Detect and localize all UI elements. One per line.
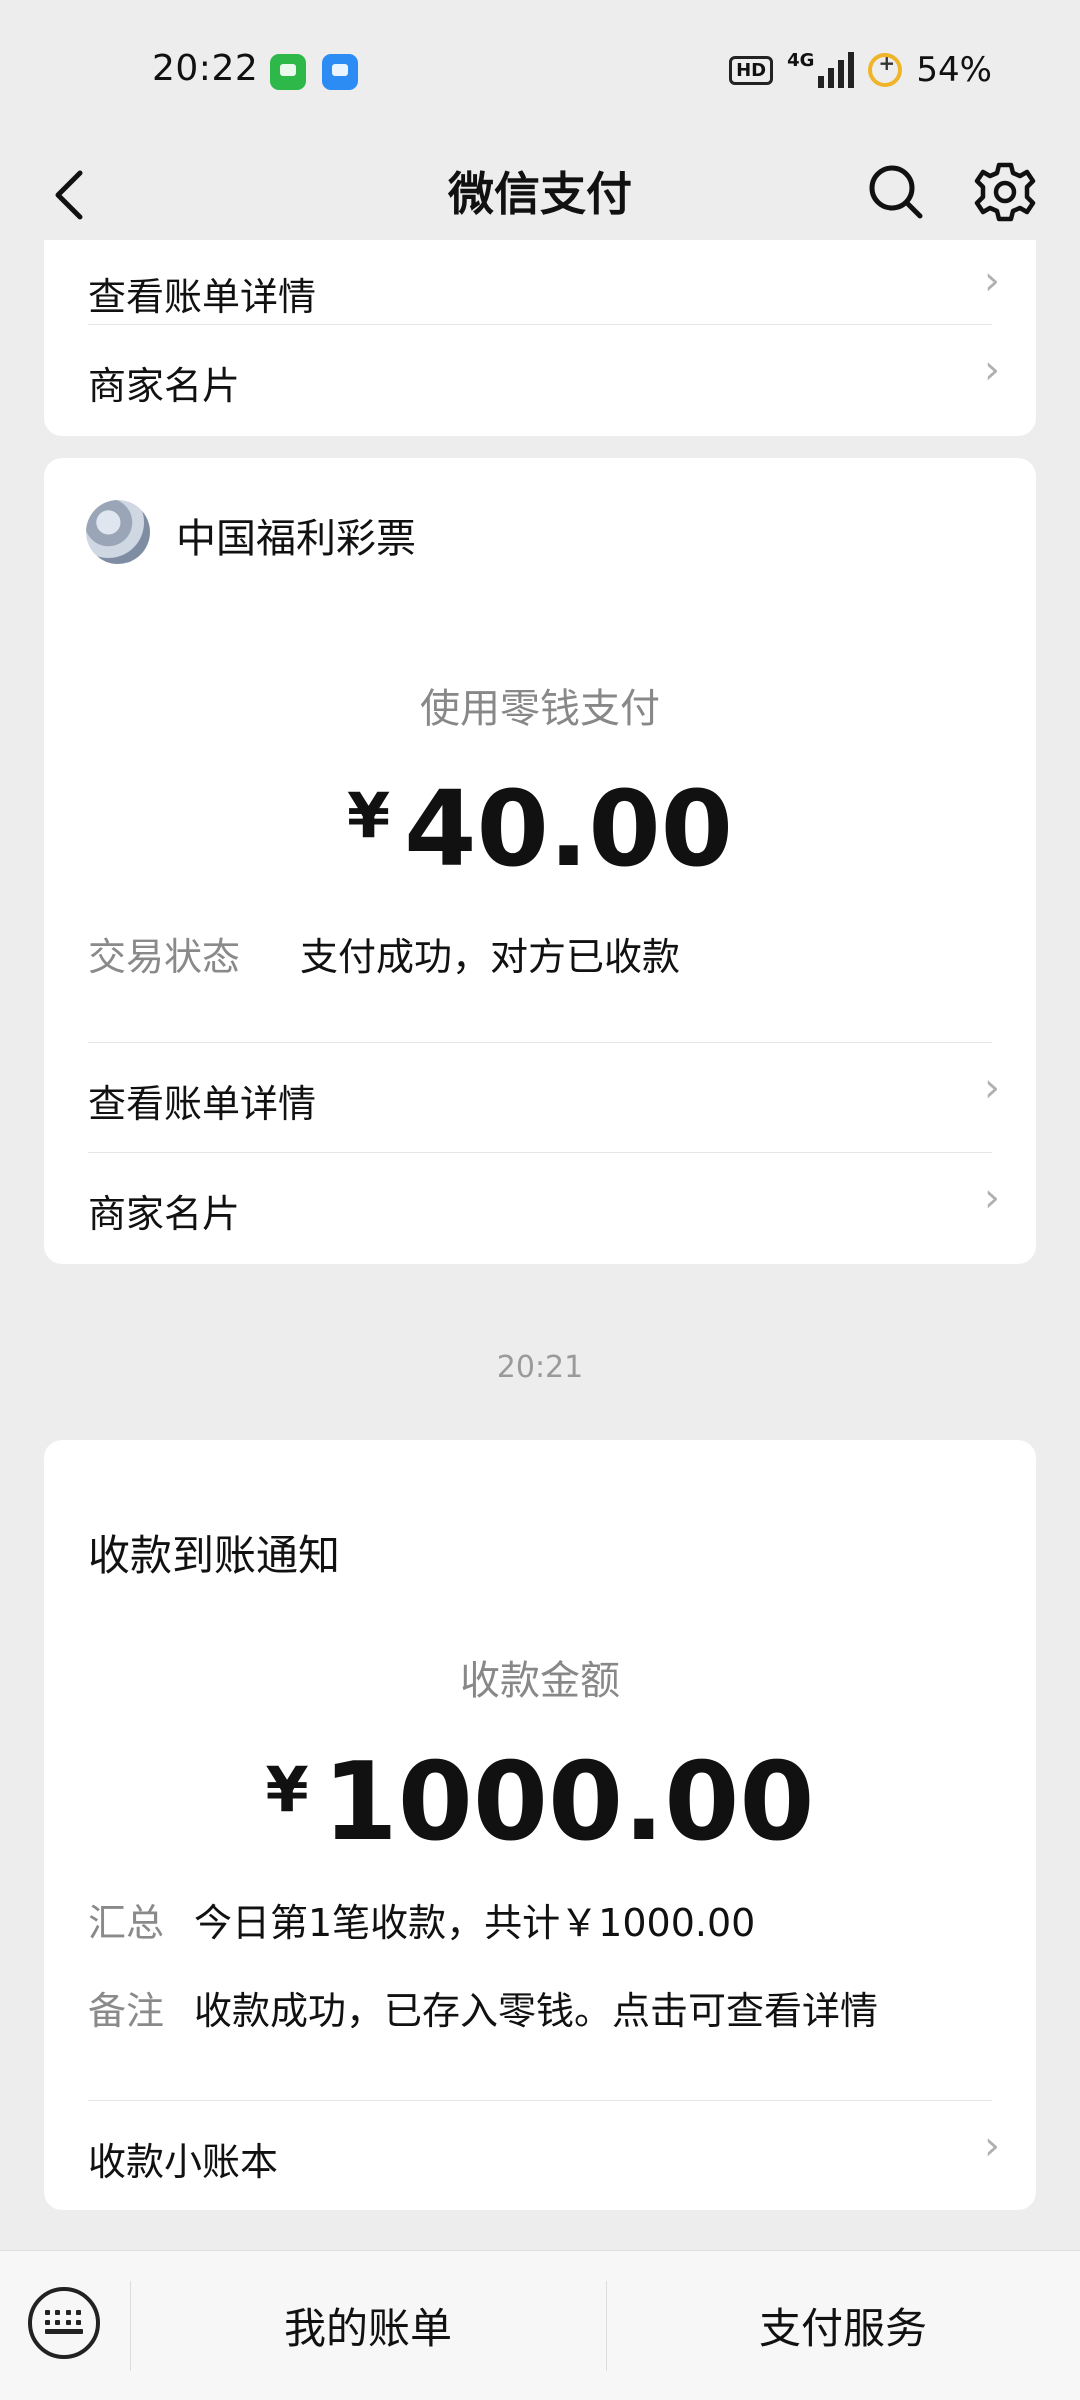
hd-badge: HD — [729, 55, 774, 85]
payment-amount: ¥40.00 — [44, 768, 1036, 890]
status-key: 交易状态 — [88, 935, 241, 979]
keyboard-icon — [45, 2310, 83, 2336]
payment-method-label: 使用零钱支付 — [420, 686, 660, 732]
transaction-status: 交易状态 支付成功，对方已收款 — [88, 926, 680, 981]
summary-value: 今日第1笔收款，共计￥1000.00 — [194, 1901, 756, 1945]
battery-percent: 54% — [916, 50, 992, 90]
amount-value: 1000.00 — [322, 1740, 815, 1865]
merchant-name: 中国福利彩票 — [176, 516, 416, 562]
network-type: 4G — [787, 50, 815, 71]
currency-symbol: ¥ — [265, 1753, 309, 1826]
view-bill-details-row[interactable]: 查看账单详情 › — [88, 1042, 1000, 1153]
merchant-avatar — [86, 500, 150, 564]
chevron-right-icon: › — [984, 258, 1000, 304]
note-key: 备注 — [88, 1989, 165, 2033]
previous-payment-card: 查看账单详情 › 商家名片 › — [44, 240, 1036, 436]
row-label: 查看账单详情 — [88, 275, 317, 319]
message-timestamp: 20:21 — [496, 1350, 584, 1385]
receipt-amount-label: 收款金额 — [460, 1658, 620, 1704]
app-notification-icon — [270, 54, 306, 90]
search-button[interactable] — [860, 152, 930, 232]
chevron-right-icon: › — [984, 347, 1000, 393]
settings-button[interactable] — [970, 152, 1040, 232]
wechat-pay-chat-screen: 20:22 HD 4G 54% 微信支付 — [0, 0, 1080, 2400]
status-indicators: HD 4G 54% — [729, 50, 992, 90]
payment-card[interactable]: 中国福利彩票 使用零钱支付 ¥40.00 交易状态 支付成功，对方已收款 查看账单… — [44, 458, 1036, 1264]
search-icon — [869, 165, 923, 219]
tab-payment-services[interactable]: 支付服务 — [606, 2295, 1080, 2356]
row-label: 收款小账本 — [88, 2140, 279, 2184]
bottom-menu-bar: 我的账单 支付服务 — [0, 2250, 1080, 2400]
keyboard-toggle-button[interactable] — [28, 2287, 100, 2359]
status-bar: 20:22 HD 4G 54% — [0, 0, 1080, 140]
chevron-right-icon: › — [984, 2123, 1000, 2169]
note-value: 收款成功，已存入零钱。点击可查看详情 — [194, 1989, 879, 2033]
signal-icon — [818, 52, 855, 88]
merchant-card-row[interactable]: 商家名片 › — [88, 1152, 1000, 1263]
currency-symbol: ¥ — [346, 779, 391, 852]
receipt-note: 备注 收款成功，已存入零钱。点击可查看详情 — [88, 1980, 878, 2035]
receipt-amount: ¥1000.00 — [44, 1740, 1036, 1865]
gear-icon — [974, 162, 1036, 222]
top-nav-bar: 微信支付 — [0, 140, 1080, 250]
app-notification-icon — [322, 54, 358, 90]
battery-saver-icon — [868, 51, 903, 87]
summary-key: 汇总 — [88, 1901, 165, 1945]
status-time: 20:22 — [152, 48, 259, 89]
row-label: 商家名片 — [88, 364, 241, 408]
chevron-right-icon: › — [984, 1065, 1000, 1111]
receipt-title: 收款到账通知 — [88, 1531, 341, 1580]
receipt-notification-card[interactable]: 收款到账通知 收款金额 ¥1000.00 汇总 今日第1笔收款，共计￥1000.0… — [44, 1440, 1036, 2210]
row-label: 商家名片 — [88, 1192, 241, 1236]
receipt-ledger-row[interactable]: 收款小账本 › — [88, 2100, 1000, 2211]
chevron-right-icon: › — [984, 1175, 1000, 1221]
tab-my-bills[interactable]: 我的账单 — [130, 2295, 606, 2356]
merchant-card-row[interactable]: 商家名片 › — [88, 324, 1000, 435]
status-value: 支付成功，对方已收款 — [300, 935, 681, 979]
row-label: 查看账单详情 — [88, 1082, 317, 1126]
amount-value: 40.00 — [404, 768, 734, 890]
receipt-summary: 汇总 今日第1笔收款，共计￥1000.00 — [88, 1892, 755, 1947]
